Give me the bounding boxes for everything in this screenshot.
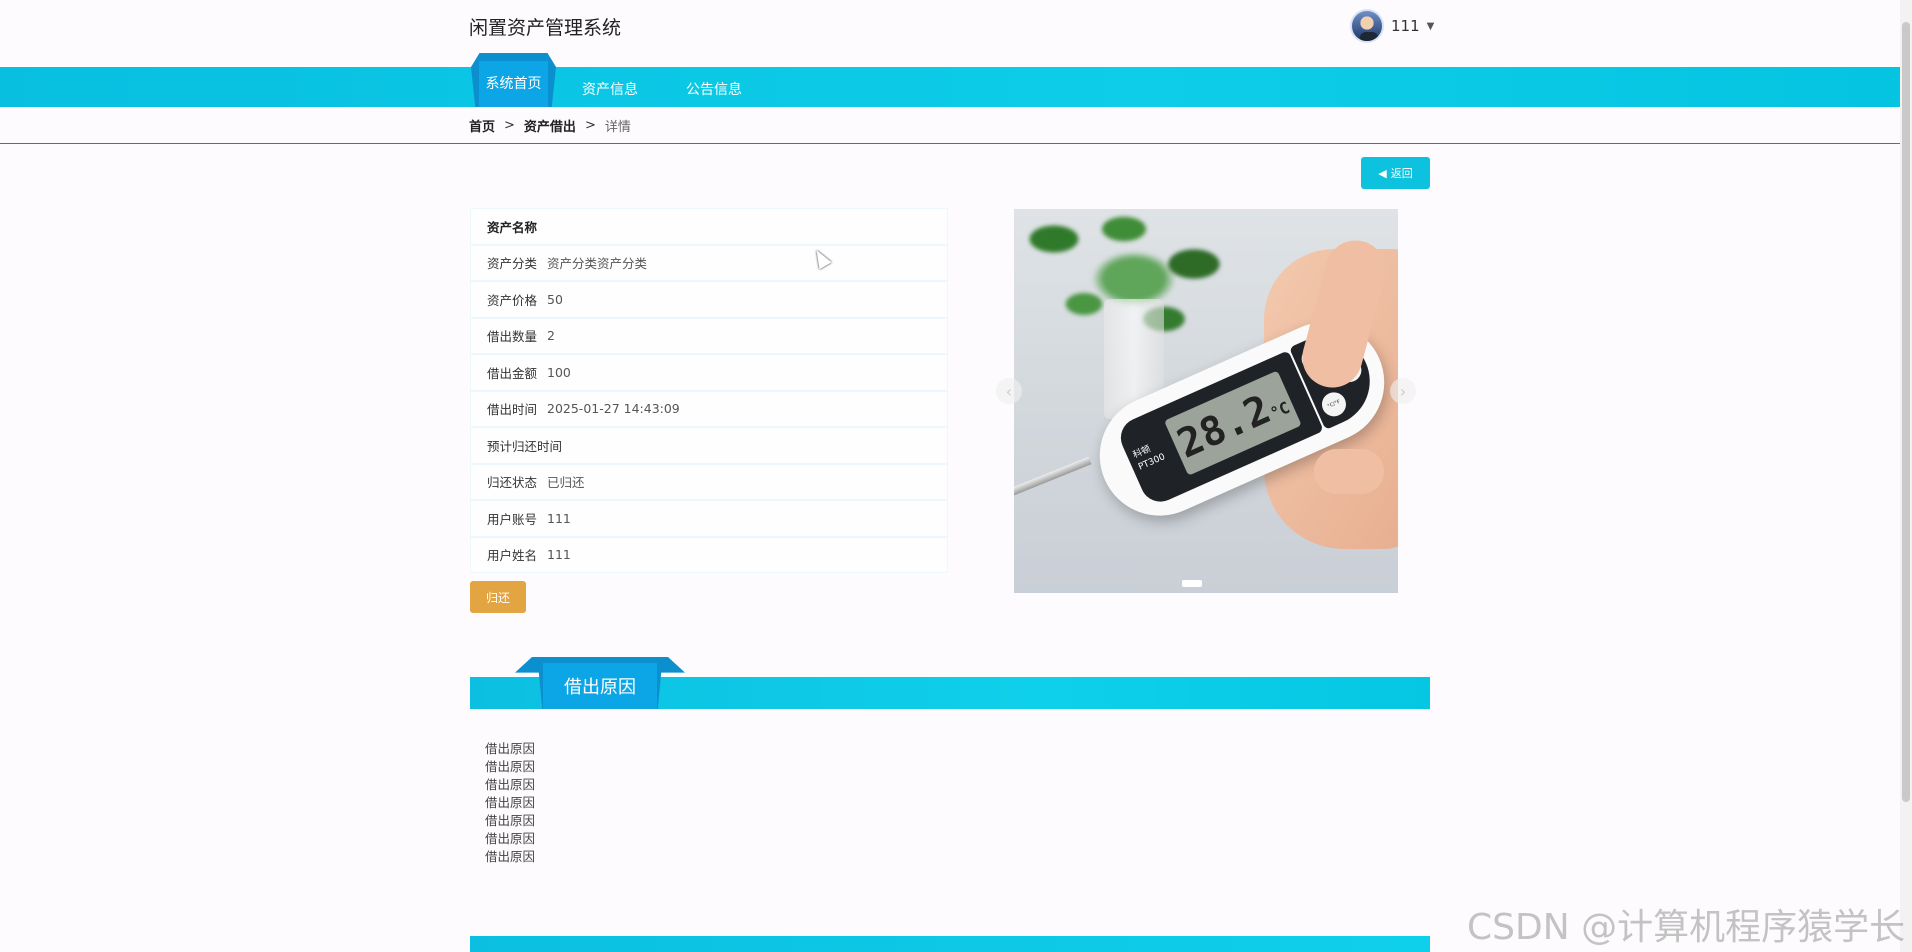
asset-detail-table: 资产名称 资产分类 资产分类资产分类 资产价格 50 借出数量 2 借出金额 100 借…	[470, 208, 948, 573]
breadcrumb: 首页 > 资产借出 > 详情	[469, 116, 631, 135]
reason-line: 借出原因	[485, 759, 536, 774]
nav-item-assets[interactable]: 资产信息	[582, 79, 638, 99]
image-carousel: 科顿 PT300 28.2°C ON/OFF HOLD °C/°F ‹ ›	[985, 208, 1428, 593]
scrollbar-thumb[interactable]	[1902, 22, 1910, 802]
probe-shape	[1014, 456, 1092, 506]
detail-value: 111	[547, 547, 571, 563]
detail-value: 2	[547, 328, 555, 344]
detail-row: 借出时间 2025-01-27 14:43:09	[470, 390, 948, 427]
asset-name-label: 资产名称	[487, 219, 538, 235]
detail-value: 50	[547, 291, 563, 307]
detail-value: 111	[547, 510, 571, 526]
detail-label: 借出时间	[487, 402, 538, 418]
carousel-indicator[interactable]	[1182, 580, 1202, 587]
user-name[interactable]: 111	[1391, 17, 1420, 35]
back-button-label: 返回	[1390, 167, 1413, 180]
breadcrumb-separator: >	[584, 118, 596, 133]
footer-bar	[470, 936, 1430, 952]
return-button[interactable]: 归还	[470, 581, 526, 613]
main-nav: 系统首页 资产信息 公告信息	[0, 53, 1900, 107]
breadcrumb-current: 详情	[604, 120, 631, 135]
user-menu[interactable]: 111 ▼	[1350, 9, 1434, 43]
reason-line: 借出原因	[485, 813, 536, 828]
finger-shape	[1314, 449, 1384, 494]
back-button[interactable]: ◀ 返回	[1361, 157, 1430, 189]
reason-line: 借出原因	[485, 795, 536, 810]
nav-tab-home-label[interactable]: 系统首页	[471, 73, 556, 93]
reason-content: 借出原因 借出原因 借出原因 借出原因 借出原因 借出原因 借出原因	[485, 740, 535, 866]
detail-row: 借出数量 2	[470, 317, 948, 354]
device-screen: 28.2°C	[1164, 370, 1302, 476]
detail-label: 资产价格	[487, 292, 538, 308]
nav-item-notices[interactable]: 公告信息	[686, 79, 742, 99]
section-flag: 借出原因	[515, 657, 685, 709]
breadcrumb-separator: >	[504, 118, 515, 133]
watermark: CSDN @计算机程序猿学长	[1467, 907, 1906, 948]
detail-row: 归还状态 已归还	[470, 463, 948, 500]
detail-value: 资产分类资产分类	[547, 256, 648, 272]
carousel-prev-button[interactable]: ‹	[996, 378, 1022, 404]
detail-label: 用户姓名	[487, 548, 538, 564]
detail-label: 借出金额	[487, 365, 538, 381]
detail-label: 资产分类	[487, 256, 538, 272]
detail-row: 借出金额 100	[470, 354, 948, 391]
detail-label: 预计归还时间	[487, 438, 563, 454]
section-title: 借出原因	[564, 677, 636, 698]
detail-header-row: 资产名称	[470, 208, 948, 245]
carousel-next-button[interactable]: ›	[1390, 378, 1416, 404]
reason-line: 借出原因	[485, 849, 536, 864]
detail-row: 用户姓名 111	[470, 536, 948, 573]
device-key: °C/°F	[1318, 388, 1350, 421]
reason-line: 借出原因	[485, 777, 536, 792]
device-brand: 科顿 PT300	[1131, 439, 1167, 474]
avatar[interactable]	[1350, 9, 1384, 43]
app-title: 闲置资产管理系统	[469, 17, 622, 39]
detail-row: 资产价格 50	[470, 281, 948, 318]
detail-row: 资产分类 资产分类资产分类	[470, 244, 948, 281]
breadcrumb-home[interactable]: 首页	[469, 116, 495, 135]
detail-label: 用户账号	[487, 511, 538, 527]
breadcrumb-section[interactable]: 资产借出	[524, 116, 576, 135]
nav-tab-home[interactable]: 系统首页	[471, 53, 556, 107]
detail-value: 100	[547, 364, 571, 380]
caret-down-icon[interactable]: ▼	[1427, 21, 1435, 32]
section-header-bar: 借出原因	[470, 657, 1430, 709]
divider	[0, 143, 1900, 144]
caret-left-icon: ◀	[1378, 166, 1387, 180]
reason-line: 借出原因	[485, 741, 536, 756]
asset-photo: 科顿 PT300 28.2°C ON/OFF HOLD °C/°F	[1014, 209, 1398, 593]
detail-row: 用户账号 111	[470, 500, 948, 537]
detail-value: 已归还	[547, 475, 585, 491]
temperature-reading: 28.2	[1170, 386, 1278, 468]
detail-row: 预计归还时间	[470, 427, 948, 464]
vertical-scrollbar[interactable]	[1900, 0, 1912, 952]
detail-value: 2025-01-27 14:43:09	[547, 401, 680, 417]
detail-label: 借出数量	[487, 329, 538, 345]
detail-label: 归还状态	[487, 475, 538, 491]
top-header: 闲置资产管理系统 111 ▼	[0, 0, 1900, 67]
reason-line: 借出原因	[485, 831, 536, 846]
